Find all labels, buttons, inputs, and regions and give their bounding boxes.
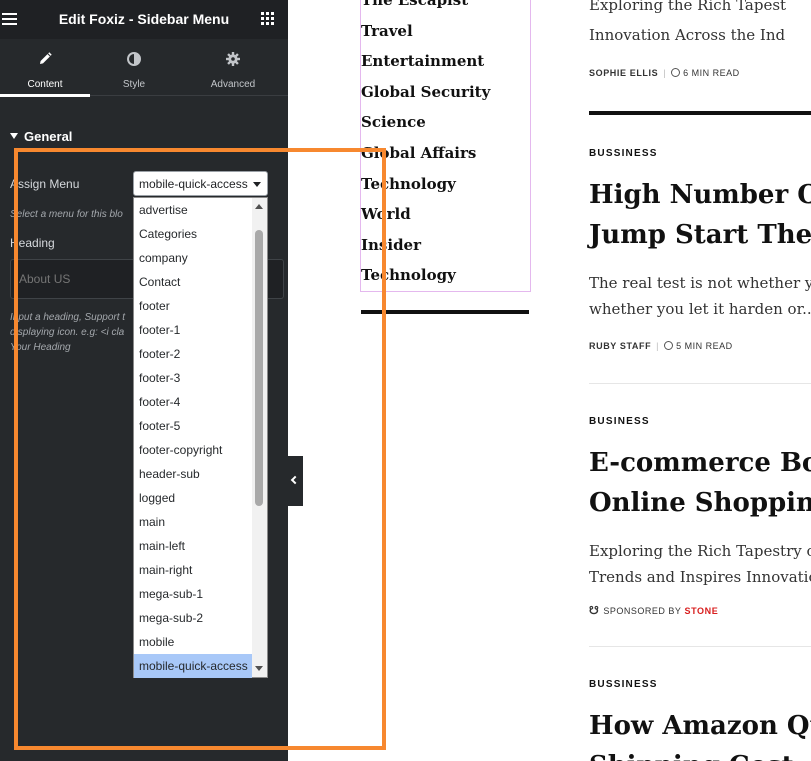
bell-icon: ☋ xyxy=(589,605,600,617)
scroll-down-icon[interactable] xyxy=(255,666,263,671)
scroll-up-icon[interactable] xyxy=(255,204,263,209)
pencil-icon xyxy=(0,51,90,73)
sidebar-menu-item[interactable]: Global Affairs xyxy=(361,144,476,162)
assign-menu-help: Select a menu for this blo xyxy=(10,209,123,220)
section-general-title: General xyxy=(24,129,73,144)
tab-advanced-label: Advanced xyxy=(210,79,256,90)
dropdown-option[interactable]: mega-sub-2 xyxy=(134,606,252,630)
article-divider xyxy=(589,111,811,115)
article-headline-line[interactable]: Online Shopping xyxy=(589,488,811,518)
sidebar-menu-item[interactable]: The Escapist xyxy=(361,0,468,9)
article-author[interactable]: RUBY STAFF xyxy=(589,341,651,351)
dropdown-option[interactable]: advertise xyxy=(134,198,252,222)
dropdown-option[interactable]: company xyxy=(134,246,252,270)
dropdown-options: advertise Categories company Contact footer f… xyxy=(134,198,267,678)
panel-tabs: Content Style Advanced xyxy=(0,39,288,97)
dropdown-option[interactable]: mobile xyxy=(134,630,252,654)
sidebar-menu-item[interactable]: Technology xyxy=(361,175,456,193)
sidebar-menu-item[interactable]: Travel xyxy=(361,22,413,40)
dropdown-option[interactable]: mobile-quick-access xyxy=(134,654,252,678)
tab-content-label: Content xyxy=(27,79,63,90)
article-headline-line[interactable]: Jump Start The M xyxy=(589,220,811,250)
dropdown-option[interactable]: logged xyxy=(134,486,252,510)
tab-advanced[interactable]: Advanced xyxy=(178,39,288,96)
dropdown-option[interactable]: Categories xyxy=(134,222,252,246)
panel-header: Edit Foxiz - Sidebar Menu xyxy=(0,0,288,39)
heading-help-1: Input a heading, Support t xyxy=(10,312,126,323)
tab-style[interactable]: Style xyxy=(90,39,178,96)
heading-help-3: Your Heading xyxy=(10,342,71,353)
sidebar-menu-item[interactable]: Global Security xyxy=(361,83,490,101)
dropdown-option[interactable]: footer-5 xyxy=(134,414,252,438)
dropdown-option[interactable]: main-right xyxy=(134,558,252,582)
sponsored-label: SPONSORED BY xyxy=(603,606,682,616)
dropdown-option[interactable]: footer xyxy=(134,294,252,318)
article-category[interactable]: BUSSINESS xyxy=(589,148,658,159)
assign-menu-selected-value: mobile-quick-access xyxy=(139,177,248,191)
dropdown-option[interactable]: footer-copyright xyxy=(134,438,252,462)
article-excerpt-line: Trends and Inspires Innovation xyxy=(589,568,811,586)
article-sponsor: ☋ SPONSORED BY STONE xyxy=(589,604,718,617)
sidebar-menu-item[interactable]: Science xyxy=(361,113,426,131)
dropdown-option[interactable]: Contact xyxy=(134,270,252,294)
assign-menu-label: Assign Menu xyxy=(10,177,80,191)
assign-menu-select[interactable]: mobile-quick-access xyxy=(133,171,268,196)
heading-help-2: displaying icon. e.g: <i cla xyxy=(10,327,125,338)
article-excerpt-line: whether you let it harden or... xyxy=(589,300,811,318)
tab-style-label: Style xyxy=(122,79,146,90)
dropdown-option[interactable]: main-left xyxy=(134,534,252,558)
article-category[interactable]: BUSSINESS xyxy=(589,679,658,690)
clock-icon xyxy=(664,341,674,350)
article-excerpt-line: Exploring the Rich Tapest xyxy=(589,0,787,14)
dropdown-option[interactable]: footer-4 xyxy=(134,390,252,414)
assign-menu-dropdown[interactable]: advertise Categories company Contact footer f… xyxy=(133,197,268,678)
dropdown-option[interactable]: main xyxy=(134,510,252,534)
article-meta: SOPHIE ELLIS | 6 MIN READ xyxy=(589,68,740,78)
apps-grid-icon[interactable] xyxy=(261,12,274,25)
gear-icon xyxy=(178,51,288,73)
article-category[interactable]: BUSINESS xyxy=(589,416,650,427)
dropdown-option[interactable]: footer-3 xyxy=(134,366,252,390)
chevron-left-icon xyxy=(290,475,300,485)
article-headline-line[interactable]: Shipping Cost xyxy=(589,751,794,761)
caret-down-icon xyxy=(10,133,18,139)
tab-content[interactable]: Content xyxy=(0,39,90,97)
article-excerpt-line: Innovation Across the Ind xyxy=(589,26,786,44)
dropdown-option[interactable]: header-sub xyxy=(134,462,252,486)
clock-icon xyxy=(671,68,681,77)
article-excerpt-line: Exploring the Rich Tapestry of xyxy=(589,542,811,560)
panel-title: Edit Foxiz - Sidebar Menu xyxy=(58,11,230,27)
sidebar-menu-item[interactable]: Entertainment xyxy=(361,52,484,70)
dropdown-scrollbar[interactable] xyxy=(252,198,267,677)
dropdown-option[interactable]: mega-sub-1 xyxy=(134,582,252,606)
article-read-time: 6 MIN READ xyxy=(683,68,740,78)
sidebar-menu-item[interactable]: World xyxy=(361,205,411,223)
article-excerpt-line: The real test is not whether you xyxy=(589,274,811,292)
article-divider xyxy=(589,383,811,384)
article-headline-line[interactable]: High Number Of xyxy=(589,180,811,210)
article-author[interactable]: SOPHIE ELLIS xyxy=(589,68,658,78)
article-divider xyxy=(589,646,811,647)
scrollbar-thumb[interactable] xyxy=(255,230,263,506)
article-headline-line[interactable]: E-commerce Boo xyxy=(589,448,811,478)
article-meta: RUBY STAFF | 5 MIN READ xyxy=(589,341,733,351)
heading-label: Heading xyxy=(10,236,55,250)
dropdown-option[interactable]: footer-1 xyxy=(134,318,252,342)
article-read-time: 5 MIN READ xyxy=(676,341,733,351)
menu-divider xyxy=(361,310,529,314)
dropdown-option[interactable]: footer-2 xyxy=(134,342,252,366)
half-circle-icon xyxy=(90,51,178,73)
chevron-down-icon xyxy=(253,182,261,187)
section-general-toggle[interactable]: General xyxy=(10,129,72,144)
sidebar-menu-item[interactable]: Insider xyxy=(361,236,421,254)
sidebar-menu-item[interactable]: Technology xyxy=(361,266,456,284)
article-headline-line[interactable]: How Amazon Qu xyxy=(589,711,811,741)
panel-collapse-button[interactable] xyxy=(288,456,303,506)
sponsor-name[interactable]: STONE xyxy=(685,606,719,616)
